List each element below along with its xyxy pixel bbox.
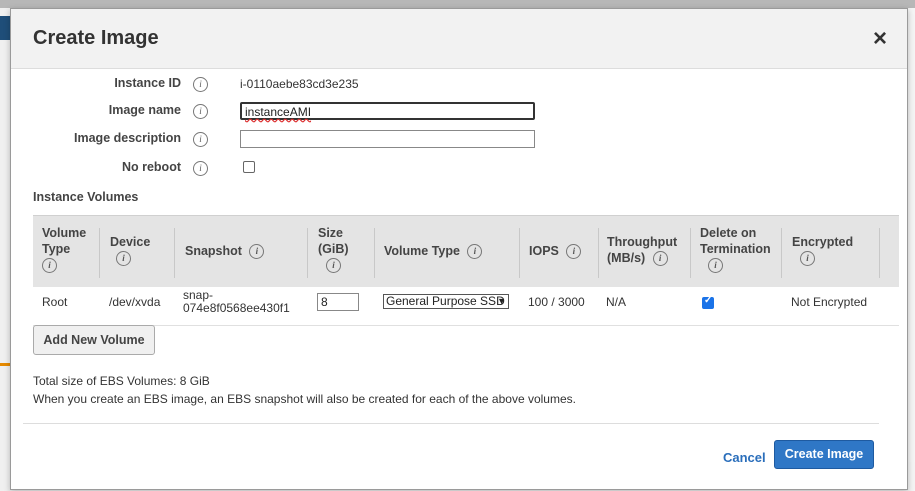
cancel-button[interactable]: Cancel (723, 450, 766, 465)
volume-type-selected: General Purpose SSD (386, 294, 505, 308)
th-throughput-line1: Throughput (607, 235, 678, 249)
create-image-dialog: Create Image × Instance ID i i-0110aebe8… (10, 8, 908, 490)
th-throughput-unit: (MB/s) (607, 251, 646, 265)
column-divider (598, 228, 599, 278)
cell-device: /dev/xvda (109, 295, 161, 309)
th-size-line2: (GiB) (318, 242, 349, 256)
background-accent-bar (0, 363, 10, 366)
instance-id-value: i-0110aebe83cd3e235 (240, 77, 359, 91)
column-divider (307, 228, 308, 278)
footer-divider (23, 423, 879, 424)
snapshot-note-text: When you create an EBS image, an EBS sna… (33, 392, 576, 406)
volume-type-info-icon[interactable]: i (42, 258, 57, 274)
size-info-icon[interactable]: i (326, 258, 341, 274)
image-name-input[interactable]: instanceAMI (240, 102, 535, 120)
cell-volume-type: Root (42, 295, 68, 309)
th-delete-on-termination: Delete on Termination i (700, 225, 771, 274)
create-image-button[interactable]: Create Image (774, 440, 874, 469)
column-divider (781, 228, 782, 278)
instance-volumes-title: Instance Volumes (33, 190, 139, 204)
cell-throughput: N/A (606, 295, 627, 309)
cell-snapshot-line2: 074e8f0568ee430f1 (183, 301, 290, 315)
delete-on-termination-checkbox[interactable] (702, 295, 714, 309)
background-page-top (0, 0, 915, 8)
image-description-label: Image description (74, 131, 181, 145)
dialog-header: Create Image × (11, 9, 907, 69)
th-delete-line1: Delete on (700, 226, 757, 240)
throughput-info-icon[interactable]: i (652, 251, 668, 267)
no-reboot-info-icon[interactable]: i (193, 161, 208, 176)
volumes-table-header: Volume Type i Device i Snapshot i Size (… (33, 215, 899, 288)
th-volume-type-line1: Volume (42, 226, 87, 240)
instance-id-label: Instance ID (114, 76, 181, 90)
th-volume-type: Volume Type i (42, 225, 87, 274)
th-delete-line2: Termination (700, 242, 771, 256)
th-iops: IOPS i (529, 243, 582, 260)
th-snapshot-label: Snapshot (185, 244, 242, 258)
delete-info-icon[interactable]: i (708, 258, 723, 274)
th-snapshot: Snapshot i (185, 243, 265, 260)
column-divider (374, 228, 375, 278)
table-row: Root /dev/xvda snap- 074e8f0568ee430f1 8… (33, 287, 899, 326)
th-throughput-line2: (MB/s) i (607, 250, 677, 267)
image-name-info-icon[interactable]: i (193, 104, 208, 119)
vol-type-info-icon[interactable]: i (467, 244, 483, 260)
device-info-icon[interactable]: i (116, 251, 131, 267)
image-description-info-icon[interactable]: i (193, 132, 208, 147)
close-icon[interactable]: × (873, 25, 887, 53)
image-name-label: Image name (108, 103, 181, 117)
iops-info-icon[interactable]: i (566, 244, 582, 260)
th-device: Device i (110, 234, 151, 267)
background-nav-tab (0, 16, 10, 40)
cell-encrypted: Not Encrypted (791, 295, 868, 309)
cell-iops: 100 / 3000 (528, 295, 585, 309)
th-vol-type: Volume Type i (384, 243, 483, 260)
th-vol-type-label: Volume Type (384, 244, 460, 258)
th-throughput: Throughput (MB/s) i (607, 234, 678, 267)
column-divider (99, 228, 100, 278)
instance-id-info-icon[interactable]: i (193, 77, 208, 92)
volume-type-select[interactable]: General Purpose SSD ▼ (383, 294, 509, 309)
th-size-line1: Size (318, 226, 344, 240)
th-device-label: Device (110, 235, 151, 249)
image-description-input[interactable] (240, 130, 535, 148)
add-new-volume-button[interactable]: Add New Volume (33, 325, 155, 355)
no-reboot-label: No reboot (121, 160, 181, 174)
image-name-value: instanceAMI (245, 105, 312, 119)
cell-snapshot: snap- 074e8f0568ee430f1 (183, 289, 290, 315)
chevron-down-icon: ▼ (497, 296, 506, 306)
th-iops-label: IOPS (529, 244, 559, 258)
total-size-text: Total size of EBS Volumes: 8 GiB (33, 374, 210, 388)
dialog-title: Create Image (33, 27, 159, 49)
th-encrypted-label: Encrypted (792, 235, 854, 249)
snapshot-info-icon[interactable]: i (249, 244, 265, 260)
column-divider (879, 228, 880, 278)
column-divider (174, 228, 175, 278)
column-divider (690, 228, 691, 278)
no-reboot-checkbox[interactable] (243, 161, 255, 173)
th-encrypted: Encrypted i (792, 234, 854, 267)
th-volume-type-line2: Type (42, 242, 71, 256)
encrypted-info-icon[interactable]: i (800, 251, 815, 267)
th-size: Size (GiB) i (318, 225, 349, 274)
column-divider (519, 228, 520, 278)
size-input[interactable]: 8 (317, 293, 359, 311)
